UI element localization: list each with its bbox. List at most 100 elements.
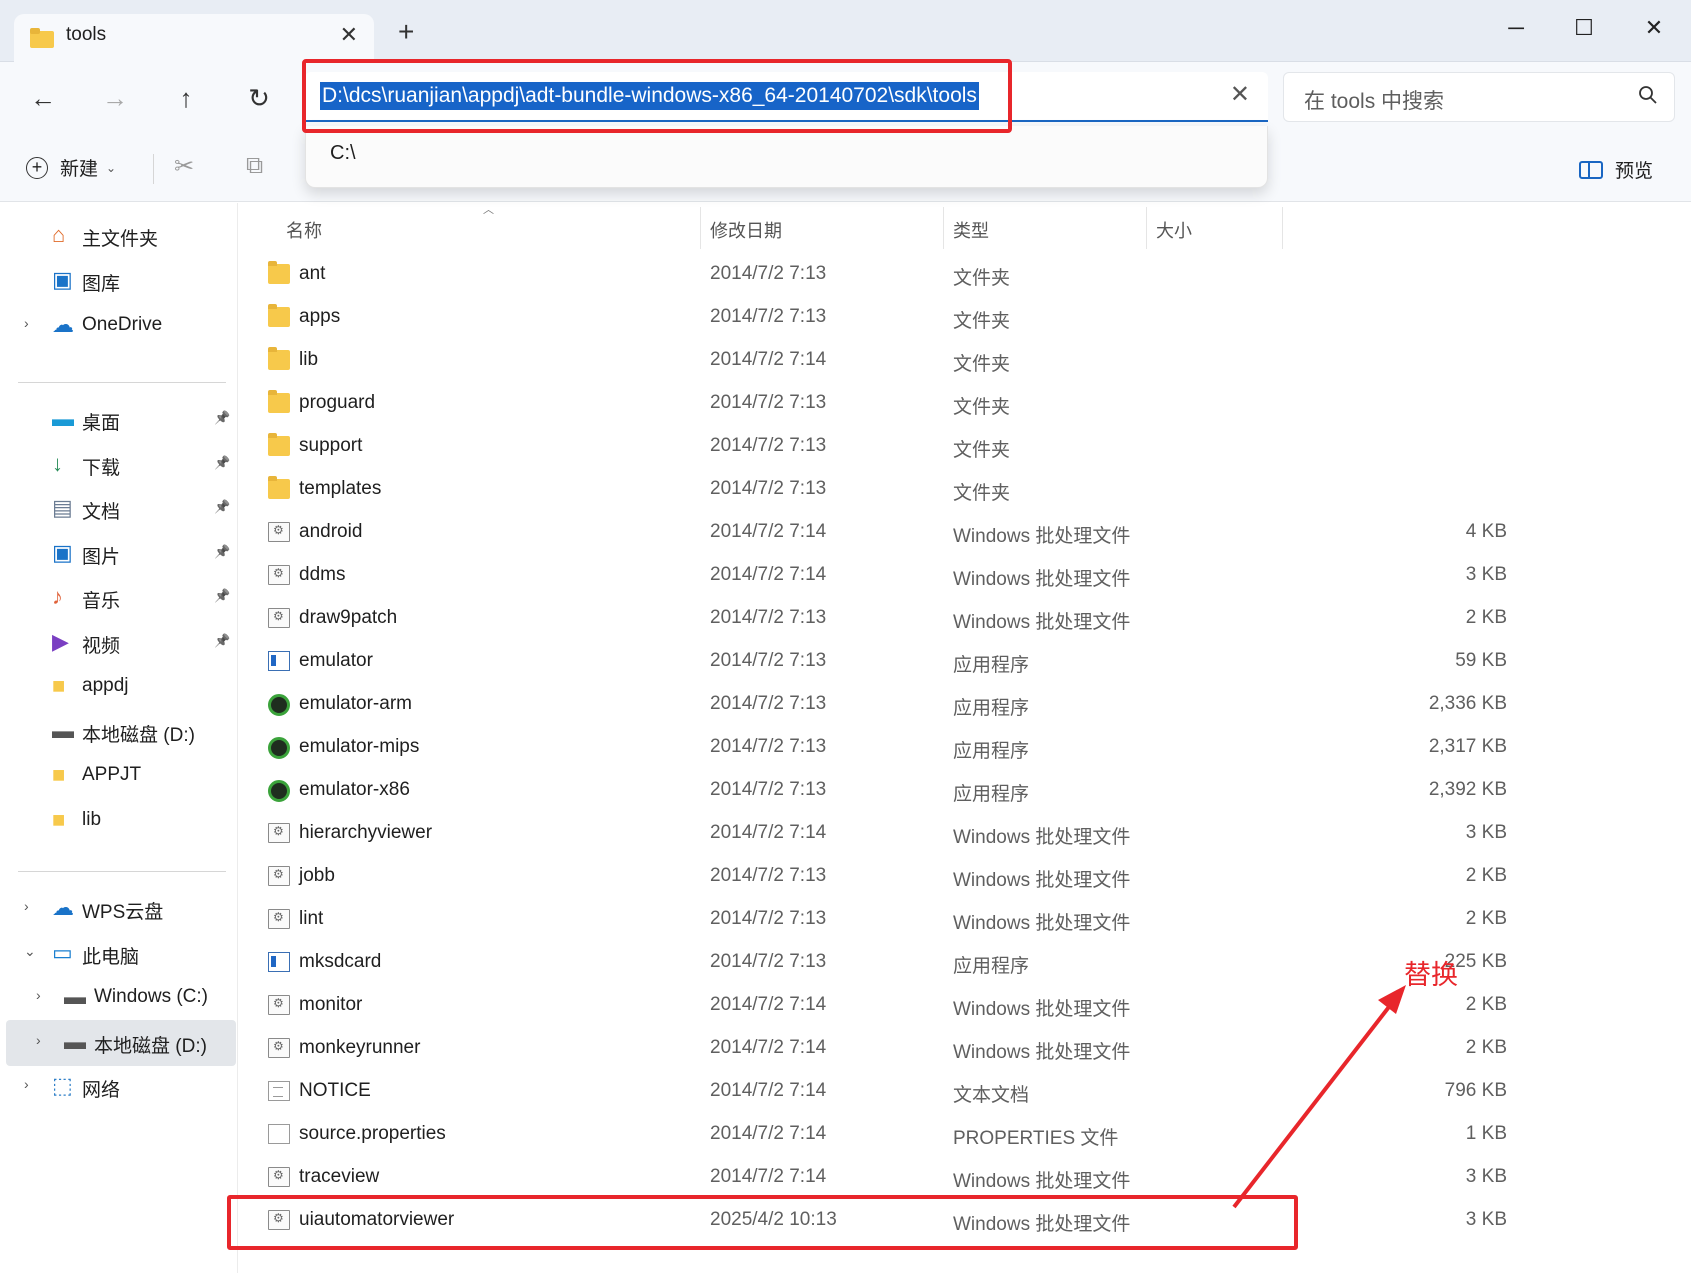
cut-icon[interactable]: ✂: [174, 152, 194, 181]
new-label: 新建: [60, 159, 99, 180]
tab-close-button[interactable]: ✕: [340, 22, 358, 48]
file-row[interactable]: templates 2014/7/2 7:13 文件夹: [238, 470, 1691, 510]
close-window-button[interactable]: ✕: [1626, 8, 1682, 48]
file-type: Windows 批处理文件: [953, 1042, 1131, 1063]
sidebar-item-label: 音乐: [82, 591, 121, 612]
file-row[interactable]: emulator-arm 2014/7/2 7:13 应用程序 2,336 KB: [238, 685, 1691, 725]
file-row[interactable]: NOTICE 2014/7/2 7:14 文本文档 796 KB: [238, 1072, 1691, 1112]
file-name: support: [299, 435, 363, 456]
forward-button[interactable]: →: [94, 78, 136, 118]
chevron-right-icon[interactable]: ›: [24, 1076, 29, 1092]
sidebar-item[interactable]: › ⬚ 网络: [0, 1064, 236, 1110]
sidebar-item[interactable]: ▣ 图片 📌: [0, 531, 236, 577]
column-divider[interactable]: [1146, 207, 1147, 249]
file-row[interactable]: lib 2014/7/2 7:14 文件夹: [238, 341, 1691, 381]
file-row[interactable]: hierarchyviewer 2014/7/2 7:14 Windows 批处理文…: [238, 814, 1691, 854]
file-name: traceview: [299, 1166, 380, 1187]
column-header-size[interactable]: 大小: [1156, 217, 1192, 243]
cloud-icon: ☁: [52, 312, 74, 337]
file-type: 文件夹: [953, 440, 1011, 461]
file-row[interactable]: source.properties 2014/7/2 7:14 PROPERTIES…: [238, 1115, 1691, 1155]
file-row[interactable]: mksdcard 2014/7/2 7:13 应用程序 225 KB: [238, 943, 1691, 983]
column-header-type[interactable]: 类型: [953, 217, 989, 243]
column-header-name[interactable]: 名称: [286, 217, 322, 243]
file-size: 2 KB: [1465, 1037, 1507, 1058]
file-row[interactable]: traceview 2014/7/2 7:14 Windows 批处理文件 3 KB: [238, 1158, 1691, 1198]
chevron-down-icon[interactable]: ⌄: [24, 943, 36, 960]
file-row[interactable]: draw9patch 2014/7/2 7:13 Windows 批处理文件 2 KB: [238, 599, 1691, 639]
sidebar-item[interactable]: › ▬ 本地磁盘 (D:): [6, 1020, 236, 1066]
copy-icon[interactable]: ⧉: [246, 152, 263, 180]
file-row[interactable]: ant 2014/7/2 7:13 文件夹: [238, 255, 1691, 295]
pin-icon[interactable]: 📌: [214, 544, 230, 560]
file-type: 应用程序: [953, 741, 1030, 762]
search-icon[interactable]: [1638, 85, 1658, 107]
sidebar-item[interactable]: ⌂ 主文件夹: [0, 213, 236, 259]
search-input[interactable]: 在 tools 中搜索: [1304, 85, 1444, 115]
file-row[interactable]: ddms 2014/7/2 7:14 Windows 批处理文件 3 KB: [238, 556, 1691, 596]
file-row[interactable]: emulator 2014/7/2 7:13 应用程序 59 KB: [238, 642, 1691, 682]
file-name: emulator: [299, 650, 373, 671]
sidebar-item[interactable]: ■ lib: [0, 798, 236, 844]
column-divider[interactable]: [1282, 207, 1283, 249]
file-row[interactable]: support 2014/7/2 7:13 文件夹: [238, 427, 1691, 467]
sidebar-item[interactable]: › ▬ Windows (C:): [0, 975, 236, 1021]
sidebar-item[interactable]: ■ APPJT: [0, 753, 236, 799]
sidebar-item-label: OneDrive: [82, 314, 163, 335]
pin-icon[interactable]: 📌: [214, 410, 230, 426]
new-button[interactable]: + 新建 ⌄: [26, 154, 116, 181]
column-header-date[interactable]: 修改日期: [710, 217, 782, 243]
sidebar-item[interactable]: ▬ 本地磁盘 (D:): [0, 709, 236, 755]
file-row[interactable]: emulator-x86 2014/7/2 7:13 应用程序 2,392 KB: [238, 771, 1691, 811]
tab-tools[interactable]: tools ✕: [14, 14, 374, 62]
file-row[interactable]: lint 2014/7/2 7:13 Windows 批处理文件 2 KB: [238, 900, 1691, 940]
file-type: Windows 批处理文件: [953, 827, 1131, 848]
sidebar-item[interactable]: › ☁ OneDrive: [0, 303, 236, 349]
new-tab-button[interactable]: +: [398, 18, 414, 46]
minimize-button[interactable]: ─: [1488, 8, 1544, 48]
file-row[interactable]: proguard 2014/7/2 7:13 文件夹: [238, 384, 1691, 424]
file-row[interactable]: android 2014/7/2 7:14 Windows 批处理文件 4 KB: [238, 513, 1691, 553]
pin-icon[interactable]: 📌: [214, 633, 230, 649]
sidebar-item[interactable]: › ☁ WPS云盘: [0, 886, 236, 932]
file-name: android: [299, 521, 363, 542]
file-size: 2,392 KB: [1428, 779, 1507, 800]
sidebar-item[interactable]: ⌄ ▭ 此电脑: [0, 931, 236, 977]
sidebar-item[interactable]: ↓ 下载 📌: [0, 442, 236, 488]
android-app-icon: [268, 737, 290, 759]
file-row[interactable]: monkeyrunner 2014/7/2 7:14 Windows 批处理文件 2 …: [238, 1029, 1691, 1069]
back-button[interactable]: ←: [22, 78, 64, 118]
file-row[interactable]: monitor 2014/7/2 7:14 Windows 批处理文件 2 KB: [238, 986, 1691, 1026]
clear-address-button[interactable]: ✕: [1230, 80, 1250, 109]
file-row[interactable]: emulator-mips 2014/7/2 7:13 应用程序 2,317 KB: [238, 728, 1691, 768]
sidebar-item[interactable]: ▬ 桌面 📌: [0, 397, 236, 443]
sidebar-item[interactable]: ▶ 视频 📌: [0, 620, 236, 666]
pin-icon[interactable]: 📌: [214, 499, 230, 515]
file-row[interactable]: jobb 2014/7/2 7:13 Windows 批处理文件 2 KB: [238, 857, 1691, 897]
maximize-button[interactable]: ☐: [1556, 8, 1612, 48]
chevron-right-icon[interactable]: ›: [24, 315, 29, 331]
sidebar-item[interactable]: ■ appdj: [0, 664, 236, 710]
sidebar-item[interactable]: ♪ 音乐 📌: [0, 575, 236, 621]
android-app-icon: [268, 780, 290, 802]
column-divider[interactable]: [700, 207, 701, 249]
column-divider[interactable]: [943, 207, 944, 249]
file-row[interactable]: apps 2014/7/2 7:13 文件夹: [238, 298, 1691, 338]
sidebar-item-label: lib: [82, 809, 102, 830]
folder-icon: [268, 433, 290, 456]
pin-icon[interactable]: 📌: [214, 455, 230, 471]
address-highlight-box: [302, 59, 1012, 133]
preview-button[interactable]: 预览: [1578, 156, 1653, 183]
refresh-button[interactable]: ↻: [238, 78, 280, 118]
suggestion-item[interactable]: C:\: [330, 142, 356, 165]
chevron-right-icon[interactable]: ›: [36, 1032, 41, 1048]
file-size: 2 KB: [1465, 908, 1507, 929]
chevron-right-icon[interactable]: ›: [24, 898, 29, 914]
up-button[interactable]: ↑: [165, 78, 207, 118]
sidebar-item[interactable]: ▤ 文档 📌: [0, 486, 236, 532]
file-date: 2014/7/2 7:14: [710, 1166, 827, 1187]
search-box[interactable]: 在 tools 中搜索: [1283, 72, 1675, 122]
pin-icon[interactable]: 📌: [214, 588, 230, 604]
chevron-right-icon[interactable]: ›: [36, 987, 41, 1003]
sidebar-item[interactable]: ▣ 图库: [0, 258, 236, 304]
